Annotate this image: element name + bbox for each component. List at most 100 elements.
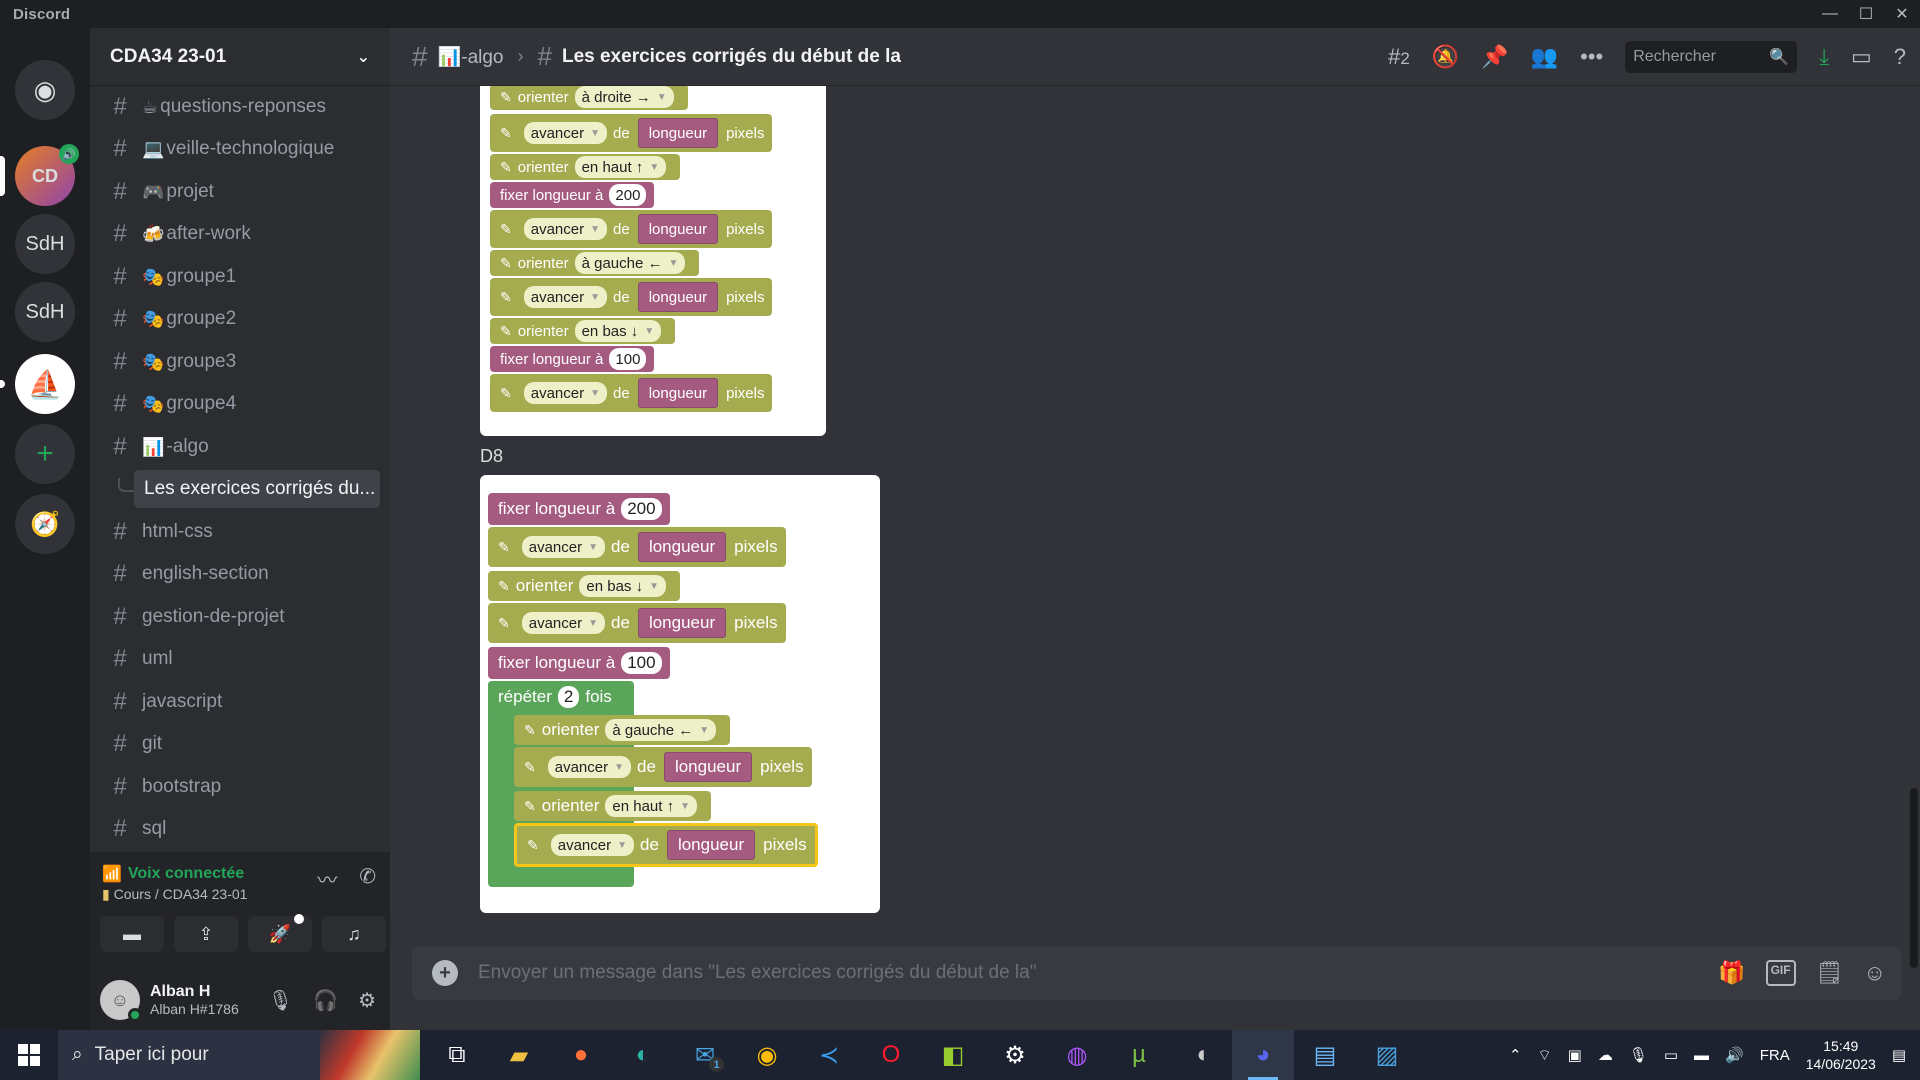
opera-icon[interactable]: O [860, 1030, 922, 1080]
block-orient: ✎ orienter à gauche ← ▼ [490, 250, 700, 276]
chevron-up-icon[interactable]: ⌃ [1509, 1046, 1522, 1064]
photos-icon[interactable]: ▨ [1356, 1030, 1418, 1080]
gift-icon[interactable]: 🎁 [1718, 960, 1745, 986]
disconnect-icon[interactable]: ✆ [359, 864, 376, 893]
channel-item[interactable]: # git [100, 725, 380, 763]
microphone-icon[interactable]: 🎙 [268, 988, 293, 1013]
add-server-button[interactable]: + [15, 424, 75, 484]
channel-item[interactable]: # 🎭 groupe4 [100, 385, 380, 423]
members-icon[interactable]: 👥 [1531, 44, 1558, 70]
voice-status[interactable]: 📶 Voix connectée [102, 864, 244, 884]
server-sailboat[interactable]: ⛵ [0, 354, 75, 414]
channel-item[interactable]: # bootstrap [100, 768, 380, 806]
avatar[interactable]: ☺ [100, 980, 142, 1022]
maximize-icon[interactable]: ☐ [1848, 0, 1884, 28]
channel-item[interactable]: # 💻 veille-technologique [100, 130, 380, 168]
app-purple-icon[interactable]: ◍ [1046, 1030, 1108, 1080]
noise-suppression-icon[interactable]: 〰 [317, 864, 337, 893]
headphones-icon[interactable]: 🎧 [313, 988, 338, 1013]
channel-item[interactable]: # 🎮 projet [100, 173, 380, 211]
server-sdh-1[interactable]: SdH [15, 214, 75, 274]
battery-icon[interactable]: ▬ [1694, 1047, 1709, 1064]
scrollbar-thumb[interactable] [1910, 788, 1918, 968]
attachment-image-2[interactable]: fixer longueur à 200 ✎ avancer ▼ de longueur p… [480, 475, 880, 913]
app-name: Discord [13, 5, 71, 23]
camera-icon[interactable]: ▣ [1568, 1046, 1582, 1064]
mail-icon[interactable]: ✉ 1 [674, 1030, 736, 1080]
soundboard-button[interactable]: ♫ [322, 916, 386, 952]
thread-item-selected[interactable]: Les exercices corrigés du... [134, 470, 380, 508]
start-button[interactable] [0, 1030, 58, 1080]
microphone-icon[interactable]: 🎙 [1629, 1046, 1648, 1064]
guild-header[interactable]: CDA34 23-01 ⌄ [90, 28, 390, 86]
volume-icon[interactable]: 🔊 [1725, 1046, 1744, 1064]
attachment-image-1[interactable]: ✎ orienter à droite → ▼ ✎ avancer ▼ de longueur… [480, 86, 826, 436]
block-orient: ✎ orienter à gauche ← ▼ [514, 715, 731, 745]
message-composer[interactable]: + Envoyer un message dans "Les exercices… [412, 946, 1902, 1000]
server-cda[interactable]: CD 🔊 [0, 144, 79, 206]
channel-item-algo[interactable]: # 📊 -algo [100, 428, 380, 466]
settings-gear-icon[interactable]: ⚙ [358, 988, 376, 1013]
channel-item[interactable]: # 🎭 groupe1 [100, 258, 380, 296]
channel-emoji: 🎭 [142, 266, 165, 287]
app-green-icon[interactable]: ◧ [922, 1030, 984, 1080]
app-window-icon[interactable]: ▤ [1294, 1030, 1356, 1080]
minimize-icon[interactable]: — [1812, 0, 1848, 28]
explore-button[interactable]: 🧭 [15, 494, 75, 554]
channel-item[interactable]: # ☕ questions-reponses [100, 88, 380, 126]
pen-icon: ✎ [498, 614, 510, 631]
channel-item[interactable]: # english-section [100, 555, 380, 593]
channel-item[interactable]: # sql [100, 810, 380, 848]
help-icon[interactable]: ? [1894, 44, 1906, 70]
discord-taskbar-icon[interactable]: ◕ [1232, 1030, 1294, 1080]
close-icon[interactable]: ✕ [1884, 0, 1920, 28]
emoji-icon[interactable]: ☺ [1864, 960, 1886, 986]
screen-share-button[interactable]: ⇪ [174, 916, 238, 952]
channel-item[interactable]: # 🍻 after-work [100, 215, 380, 253]
edge-icon[interactable]: ◐ [612, 1030, 674, 1080]
system-tray: ⌃ ⌔ ▣ ☁ 🎙 ▭ ▬ 🔊 FRA 15:49 14/06/2023 ▤ [1509, 1030, 1920, 1080]
more-options-icon[interactable]: ••• [1580, 44, 1603, 70]
download-icon[interactable]: ⤓ [1819, 44, 1829, 70]
task-view-icon[interactable]: ⧉ [426, 1030, 488, 1080]
user-info[interactable]: Alban H Alban H#1786 [150, 983, 239, 1017]
channel-item[interactable]: # javascript [100, 683, 380, 721]
camera-button[interactable]: ▬ [100, 916, 164, 952]
language-indicator[interactable]: FRA [1760, 1047, 1790, 1064]
utorrent-icon[interactable]: µ [1108, 1030, 1170, 1080]
channel-item[interactable]: # gestion-de-projet [100, 598, 380, 636]
taskbar-search[interactable]: ⌕ Taper ici pour [58, 1030, 420, 1080]
channel-emoji: 🎭 [142, 351, 165, 372]
channel-item[interactable]: # html-css [100, 513, 380, 551]
main-area: # 📊-algo › # Les exercices corrigés du d… [390, 28, 1920, 1030]
gif-icon[interactable]: GIF [1765, 960, 1796, 986]
file-explorer-icon[interactable]: ▰ [488, 1030, 550, 1080]
home-button[interactable]: ◉ [15, 60, 75, 120]
block-advance: ✎ avancer ▼ de longueur pixels [488, 527, 786, 567]
breadcrumb-parent[interactable]: 📊-algo [438, 45, 504, 69]
channel-item[interactable]: # 🎭 groupe2 [100, 300, 380, 338]
display-icon[interactable]: ▭ [1664, 1046, 1678, 1064]
channel-item[interactable]: # 🎭 groupe3 [100, 343, 380, 381]
inbox-icon[interactable]: ▭ [1851, 44, 1872, 70]
channel-item[interactable]: # uml [100, 640, 380, 678]
server-sdh-2[interactable]: SdH [15, 282, 75, 342]
search-input[interactable]: Rechercher 🔍 [1625, 41, 1798, 73]
clock[interactable]: 15:49 14/06/2023 [1806, 1037, 1876, 1073]
pin-icon[interactable]: 📌 [1481, 44, 1508, 70]
firefox-icon[interactable]: ● [550, 1030, 612, 1080]
settings-gear-icon[interactable]: ⚙ [984, 1030, 1046, 1080]
speaker-badge-icon: 🔊 [59, 144, 79, 164]
add-attachment-icon[interactable]: + [432, 960, 458, 986]
threads-button[interactable]: #2 [1388, 44, 1410, 70]
mute-notifications-icon[interactable]: 🔕 [1432, 44, 1459, 70]
chrome-icon[interactable]: ◉ [736, 1030, 798, 1080]
sticker-icon[interactable]: 🗒 [1816, 960, 1844, 986]
cloud-icon[interactable]: ☁ [1598, 1046, 1613, 1064]
network-icon[interactable]: ⌔ [1538, 1046, 1552, 1065]
notifications-icon[interactable]: ▤ [1892, 1046, 1906, 1064]
app-mouse-icon[interactable]: ◖ [1170, 1030, 1232, 1080]
vscode-icon[interactable]: ≺ [798, 1030, 860, 1080]
voice-location[interactable]: ▮ Cours / CDA34 23-01 [102, 886, 247, 903]
activities-button[interactable]: 🚀 [248, 914, 312, 952]
